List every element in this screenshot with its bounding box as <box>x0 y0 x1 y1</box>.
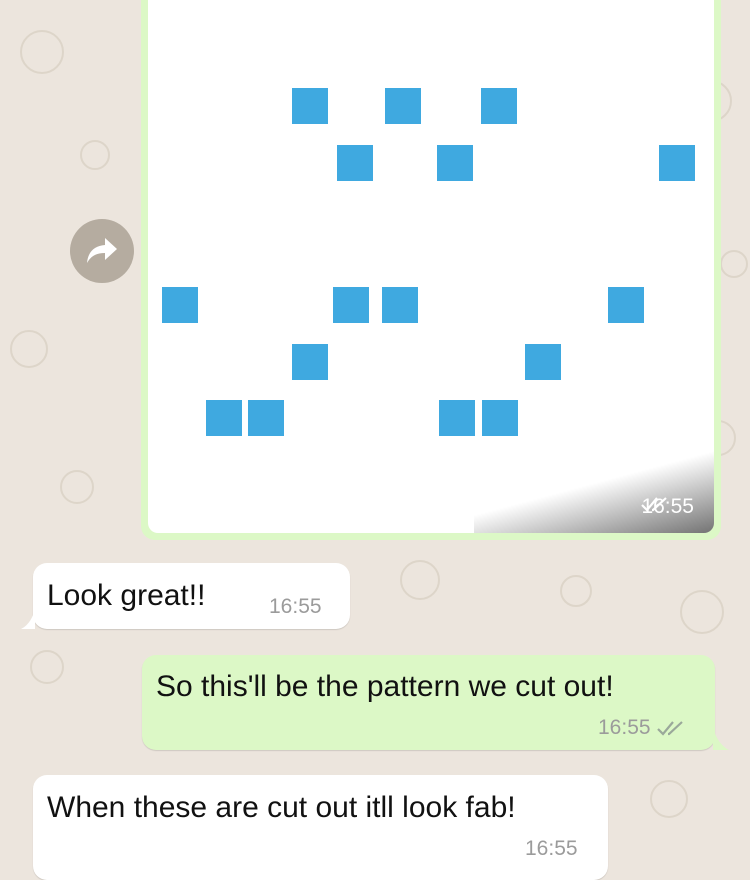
double-check-icon <box>656 721 683 736</box>
message-time: 16:55 <box>269 595 322 618</box>
message-text: Look great!! <box>47 579 206 612</box>
image-timestamp-shade <box>474 448 714 533</box>
message-meta: 16:55 <box>598 716 687 740</box>
outgoing-message[interactable]: So this'll be the pattern we cut out! 16… <box>142 655 729 750</box>
outgoing-image-message[interactable]: 16:55 <box>141 0 721 540</box>
incoming-message[interactable]: Look great!! 16:55 <box>21 563 350 629</box>
forward-arrow-icon <box>87 238 117 263</box>
double-check-icon <box>641 497 668 512</box>
bubble-tail <box>713 728 729 750</box>
forward-button[interactable] <box>70 219 134 283</box>
message-text: When these are cut out itll look fab! <box>47 791 516 824</box>
bubble-tail <box>21 609 35 629</box>
message-text: So this'll be the pattern we cut out! <box>156 670 614 703</box>
message-time: 16:55 <box>525 837 578 860</box>
pattern-image[interactable]: 16:55 <box>148 0 714 533</box>
image-message-meta: 16:55 <box>641 495 694 519</box>
message-time: 16:55 <box>598 716 651 739</box>
pattern-squares <box>162 88 695 436</box>
incoming-message[interactable]: When these are cut out itll look fab! 16… <box>33 775 608 880</box>
